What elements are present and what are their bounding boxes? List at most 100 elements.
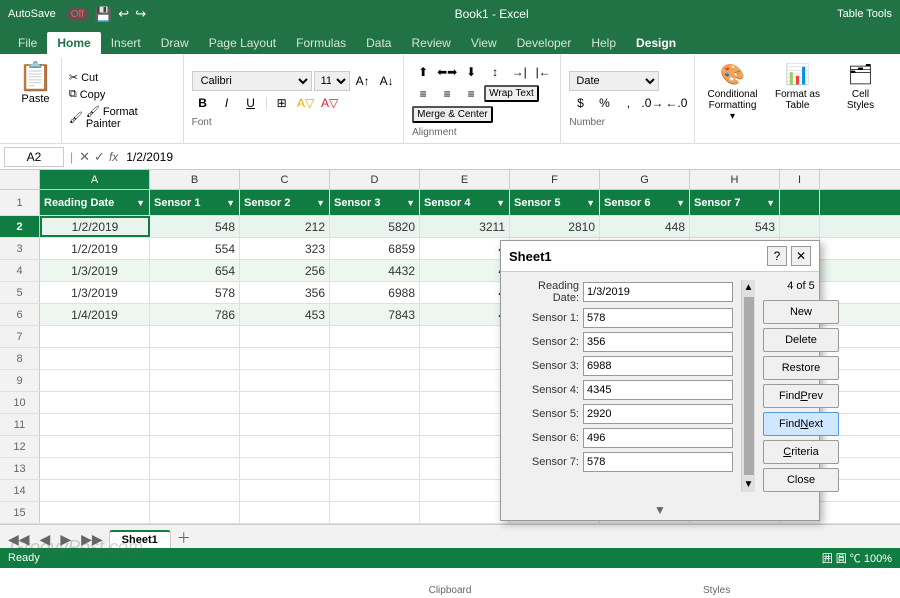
col-header-d[interactable]: D [330, 170, 420, 189]
cell-7-e[interactable] [420, 326, 510, 347]
row-num-2[interactable]: 2 [0, 216, 40, 237]
cell-14-b[interactable] [150, 480, 240, 501]
add-sheet-button[interactable]: ＋ [173, 528, 195, 548]
text-direction-button[interactable]: ↕ [484, 62, 506, 82]
cut-button[interactable]: ✂ Cut [66, 70, 177, 85]
cell-11-e[interactable] [420, 414, 510, 435]
font-size-dropdown[interactable]: 11 [314, 71, 350, 91]
increase-decimal-button[interactable]: .0→ [641, 93, 663, 113]
header-cell-sensor3[interactable]: Sensor 3 ▼ [330, 190, 420, 215]
cell-2-c[interactable]: 212 [240, 216, 330, 237]
header-cell-reading-date[interactable]: Reading Date ▼ [40, 190, 150, 215]
header-cell-sensor6[interactable]: Sensor 6 ▼ [600, 190, 690, 215]
cell-15-b[interactable] [150, 502, 240, 523]
dialog-input-sensor3[interactable] [583, 356, 733, 376]
format-as-table-button[interactable]: 📊 Format as Table [768, 58, 827, 115]
cell-2-f[interactable]: 2810 [510, 216, 600, 237]
dialog-scroll-up-icon[interactable]: ▲ [742, 280, 756, 295]
merge-center-button[interactable]: Merge & Center [412, 106, 493, 123]
cell-5-d[interactable]: 6988 [330, 282, 420, 303]
sheet-nav-next[interactable]: ▶ [56, 531, 75, 548]
dialog-close-button[interactable]: ✕ [791, 246, 811, 266]
cell-2-i[interactable] [780, 216, 820, 237]
decrease-font-button[interactable]: A↓ [376, 71, 398, 91]
col-header-g[interactable]: G [600, 170, 690, 189]
dialog-scroll-down-icon[interactable]: ▼ [742, 477, 756, 492]
dialog-scroll-indicator[interactable]: ▼ [501, 500, 819, 520]
dialog-input-sensor1[interactable] [583, 308, 733, 328]
border-button[interactable]: ⊞ [271, 93, 293, 113]
bold-button[interactable]: B [192, 93, 214, 113]
redo-icon[interactable]: ↪ [135, 6, 146, 22]
cell-9-b[interactable] [150, 370, 240, 391]
cell-5-b[interactable]: 578 [150, 282, 240, 303]
dialog-input-sensor2[interactable] [583, 332, 733, 352]
row-num-3[interactable]: 3 [0, 238, 40, 259]
align-top-button[interactable]: ⬆ [412, 62, 434, 82]
cell-13-a[interactable] [40, 458, 150, 479]
cell-10-d[interactable] [330, 392, 420, 413]
col-header-b[interactable]: B [150, 170, 240, 189]
cell-12-a[interactable] [40, 436, 150, 457]
cell-10-e[interactable] [420, 392, 510, 413]
cell-10-c[interactable] [240, 392, 330, 413]
undo-icon[interactable]: ↩ [118, 6, 129, 22]
format-painter-button[interactable]: 🖌 🖌 Format Painter [66, 104, 177, 131]
formula-cancel-icon[interactable]: ✕ [79, 149, 90, 165]
row-num-14[interactable]: 14 [0, 480, 40, 501]
cell-9-c[interactable] [240, 370, 330, 391]
align-middle-button[interactable]: ⬅➡ [436, 62, 458, 82]
dialog-delete-button[interactable]: Delete [763, 328, 839, 352]
dialog-question-button[interactable]: ? [767, 246, 787, 266]
cell-5-e[interactable]: 4 [420, 282, 510, 303]
paste-button[interactable]: 📋 Paste [10, 58, 62, 143]
tab-data[interactable]: Data [356, 32, 401, 54]
cell-2-d[interactable]: 5820 [330, 216, 420, 237]
row-num-6[interactable]: 6 [0, 304, 40, 325]
cell-6-e[interactable]: 4 [420, 304, 510, 325]
cell-3-d[interactable]: 6859 [330, 238, 420, 259]
tab-home[interactable]: Home [47, 32, 100, 54]
header-cell-sensor4[interactable]: Sensor 4 ▼ [420, 190, 510, 215]
cell-15-c[interactable] [240, 502, 330, 523]
tab-file[interactable]: File [8, 32, 47, 54]
number-format-dropdown[interactable]: Date [569, 71, 659, 91]
cell-4-d[interactable]: 4432 [330, 260, 420, 281]
cell-8-c[interactable] [240, 348, 330, 369]
dialog-input-sensor6[interactable] [583, 428, 733, 448]
font-color-button[interactable]: A▽ [319, 93, 341, 113]
dialog-scroll-thumb[interactable] [744, 297, 754, 475]
sheet-nav-first[interactable]: ◀◀ [4, 531, 34, 548]
cell-2-e[interactable]: 3211 [420, 216, 510, 237]
currency-button[interactable]: $ [569, 93, 591, 113]
cell-4-a[interactable]: 1/3/2019 [40, 260, 150, 281]
cell-styles-button[interactable]: 🗂 Cell Styles [833, 58, 888, 115]
cell-6-a[interactable]: 1/4/2019 [40, 304, 150, 325]
cell-7-c[interactable] [240, 326, 330, 347]
sheet-nav-prev[interactable]: ◀ [36, 531, 55, 548]
cell-2-h[interactable]: 543 [690, 216, 780, 237]
row-num-10[interactable]: 10 [0, 392, 40, 413]
cell-5-c[interactable]: 356 [240, 282, 330, 303]
align-left-button[interactable]: ≡ [412, 84, 434, 104]
col-header-f[interactable]: F [510, 170, 600, 189]
tab-page-layout[interactable]: Page Layout [199, 32, 286, 54]
dialog-criteria-button[interactable]: Criteria [763, 440, 839, 464]
cell-3-c[interactable]: 323 [240, 238, 330, 259]
header-cell-sensor7[interactable]: Sensor 7 ▼ [690, 190, 780, 215]
cell-7-d[interactable] [330, 326, 420, 347]
tab-help[interactable]: Help [581, 32, 626, 54]
cell-2-a[interactable]: 1/2/2019 [40, 216, 150, 237]
dialog-close-action-button[interactable]: Close [763, 468, 839, 492]
dialog-find-prev-button[interactable]: Find Prev [763, 384, 839, 408]
italic-button[interactable]: I [216, 93, 238, 113]
dialog-find-next-button[interactable]: Find Next [763, 412, 839, 436]
cell-8-e[interactable] [420, 348, 510, 369]
cell-12-d[interactable] [330, 436, 420, 457]
cell-9-d[interactable] [330, 370, 420, 391]
increase-font-button[interactable]: A↑ [352, 71, 374, 91]
cell-3-a[interactable]: 1/2/2019 [40, 238, 150, 259]
cell-11-b[interactable] [150, 414, 240, 435]
cell-1-i[interactable] [780, 190, 820, 215]
row-num-15[interactable]: 15 [0, 502, 40, 523]
